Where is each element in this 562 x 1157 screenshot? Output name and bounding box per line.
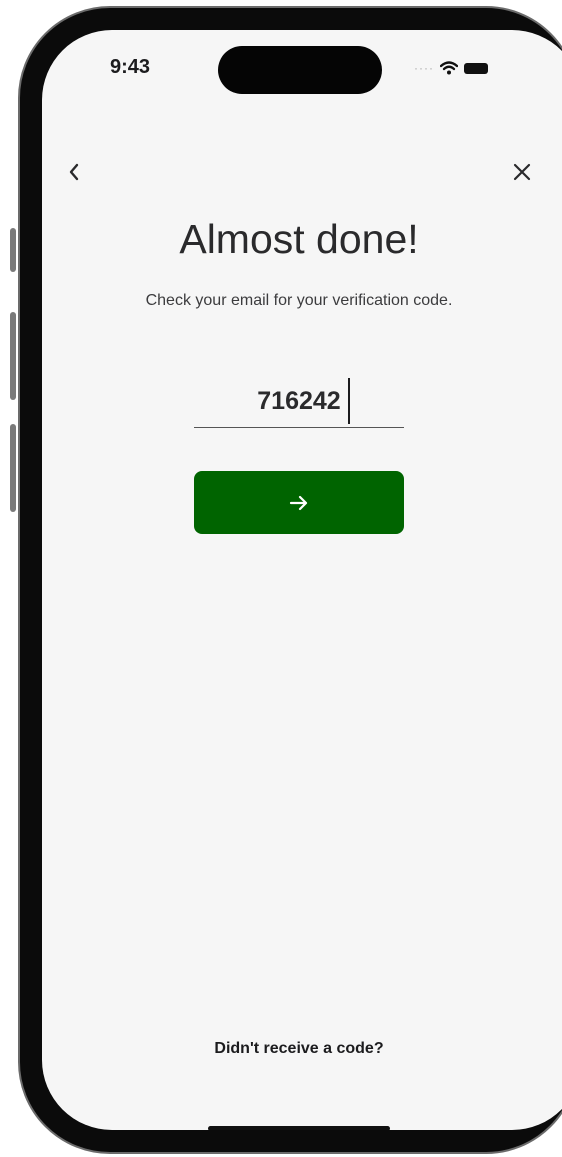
battery-icon [463, 62, 488, 74]
cellular-dots-icon: ···· [414, 61, 434, 75]
text-caret [348, 378, 350, 424]
device-stage: 9:43 ···· Almost done! Check your email … [0, 0, 562, 1157]
back-button[interactable] [58, 156, 90, 188]
verification-code-input[interactable] [194, 378, 404, 424]
chevron-left-icon [69, 163, 79, 181]
arrow-right-icon [289, 495, 308, 510]
dynamic-island [218, 46, 382, 94]
device-volume-up-button [10, 312, 16, 400]
status-time: 9:43 [110, 56, 151, 78]
submit-code-button[interactable] [194, 471, 404, 534]
close-button[interactable] [506, 156, 538, 188]
home-indicator[interactable] [208, 1126, 390, 1130]
wifi-icon [439, 61, 458, 75]
resend-code-link[interactable]: Didn't receive a code? [42, 1040, 556, 1058]
page-subtitle: Check your email for your verification c… [145, 292, 453, 309]
app-screen: 9:43 ···· Almost done! Check your email … [42, 30, 562, 1130]
verification-code-field[interactable] [194, 378, 404, 428]
page-title: Almost done! [179, 216, 419, 262]
close-icon [513, 163, 531, 181]
device-volume-down-button [10, 424, 16, 512]
device-action-button [10, 228, 16, 272]
status-icons: ···· [414, 58, 488, 78]
